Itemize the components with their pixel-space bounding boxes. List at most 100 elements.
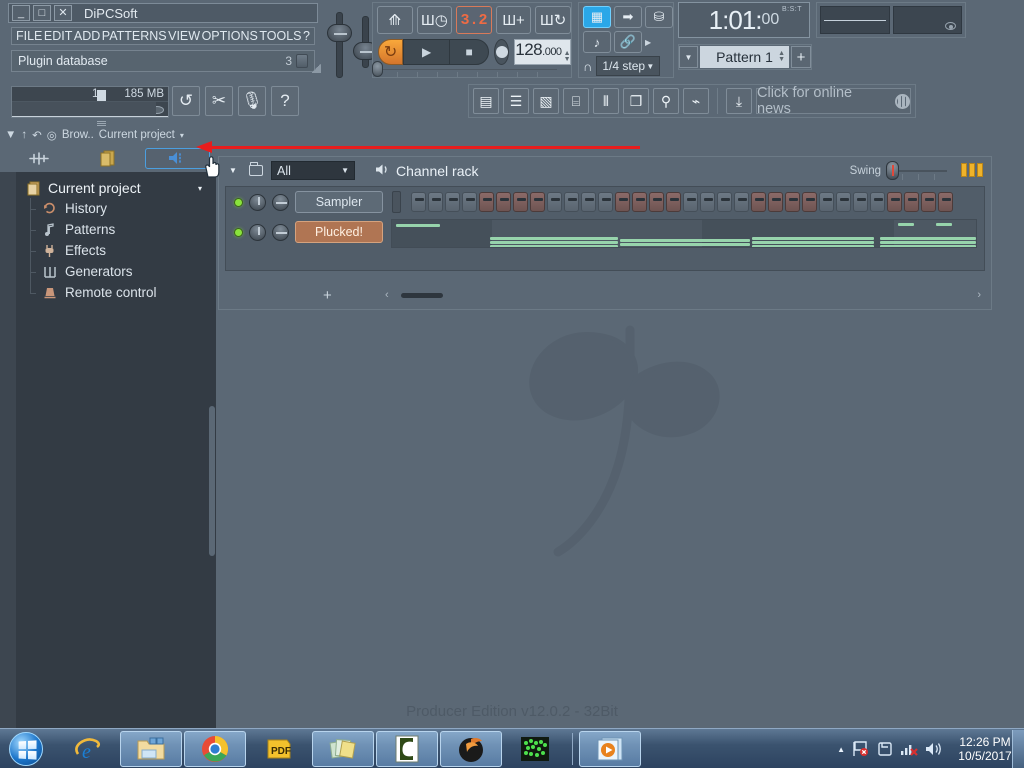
step-button[interactable]	[649, 192, 664, 212]
show-desktop-button[interactable]	[1012, 730, 1024, 768]
step-button[interactable]	[547, 192, 562, 212]
step-button[interactable]	[921, 192, 936, 212]
channel-rack-menu-button[interactable]: ▼	[225, 163, 241, 179]
project-picker-button[interactable]: ❐	[623, 88, 649, 114]
step-button[interactable]	[598, 192, 613, 212]
step-button[interactable]	[479, 192, 494, 212]
maximize-button[interactable]: □	[33, 5, 51, 21]
playlist-button[interactable]: ▤	[473, 88, 499, 114]
sidebar-item-effects[interactable]: Effects	[16, 240, 216, 261]
grid-icon[interactable]	[961, 163, 983, 177]
time-display[interactable]: 1:01 : 00 B:S:T	[678, 2, 810, 38]
wait-for-input-button[interactable]: Ш◷	[416, 6, 453, 34]
menu-item-options[interactable]: OPTIONS	[202, 29, 258, 43]
cut-tool-button[interactable]: ✂	[205, 86, 233, 116]
link-button[interactable]: 🔗	[614, 31, 642, 53]
channel-select-led[interactable]	[392, 191, 401, 213]
start-button[interactable]	[2, 730, 50, 768]
step-button[interactable]	[802, 192, 817, 212]
step-button[interactable]	[853, 192, 868, 212]
channel-pan-knob[interactable]	[272, 193, 289, 211]
loop-record-button[interactable]: Ш↻	[535, 6, 571, 34]
step-button[interactable]	[938, 192, 953, 212]
download-button[interactable]: ⤓	[726, 88, 752, 114]
step-button[interactable]	[581, 192, 596, 212]
step-button[interactable]	[870, 192, 885, 212]
taskbar-item-sticky-notes[interactable]	[312, 731, 374, 767]
taskbar-item-fl-studio[interactable]	[440, 731, 502, 767]
step-button[interactable]	[428, 192, 443, 212]
snap-select[interactable]: 1/4 step ▼	[596, 56, 661, 76]
browser-scrollbar[interactable]	[209, 406, 215, 556]
taskbar-item-google-chrome[interactable]	[184, 731, 246, 767]
multi-link-button[interactable]: ➡	[614, 6, 642, 28]
step-button[interactable]	[819, 192, 834, 212]
chevron-down-icon[interactable]: ▾	[180, 131, 184, 140]
pattern-length-display[interactable]: 3.2	[456, 6, 492, 34]
channel-name-button[interactable]: Sampler	[295, 191, 383, 213]
song-position-bar[interactable]	[372, 61, 558, 78]
taskbar-clock[interactable]: 12:26 PM 10/5/2017	[950, 735, 1020, 763]
step-button[interactable]	[751, 192, 766, 212]
browser-up-icon[interactable]: ↑	[21, 129, 27, 141]
scrollbar-thumb[interactable]	[401, 292, 443, 298]
tray-expand-icon[interactable]: ▲	[837, 745, 845, 754]
step-button[interactable]	[768, 192, 783, 212]
help-button[interactable]: ?	[271, 86, 299, 116]
step-button[interactable]	[564, 192, 579, 212]
plugin-picker-button[interactable]: ⚲	[653, 88, 679, 114]
taskbar-item-pdf-reader[interactable]: PDF	[248, 731, 310, 767]
close-button[interactable]: ✕	[54, 5, 72, 21]
browser-search-icon[interactable]: ◎	[47, 128, 57, 142]
folder-icon[interactable]	[249, 162, 263, 176]
channel-enable-led[interactable]	[234, 197, 243, 207]
tree-root-item[interactable]: Current project ▾	[16, 178, 216, 198]
piano-roll-button[interactable]: ▧	[533, 88, 559, 114]
taskbar-item-c-app[interactable]	[376, 731, 438, 767]
tempo-spinner[interactable]: ▲ ▼	[564, 50, 571, 63]
master-volume-slider-track[interactable]	[336, 12, 343, 78]
sidebar-item-patterns[interactable]: Patterns	[16, 219, 216, 240]
taskbar-item-green-dots-app[interactable]	[504, 731, 566, 767]
step-button[interactable]	[785, 192, 800, 212]
song-position-handle[interactable]	[372, 61, 383, 77]
online-news-banner[interactable]: Click for online news	[756, 85, 911, 117]
browser-button[interactable]: ⌸	[563, 88, 589, 114]
step-button[interactable]	[445, 192, 460, 212]
tempo-tap-button[interactable]: ⌁	[683, 88, 709, 114]
step-button[interactable]	[496, 192, 511, 212]
step-button[interactable]	[700, 192, 715, 212]
scroll-left-icon[interactable]: ‹	[385, 289, 389, 301]
swing-track[interactable]	[899, 169, 947, 172]
browser-undo-icon[interactable]: ↶	[32, 128, 42, 142]
menu-item-view[interactable]: VIEW	[168, 29, 200, 43]
step-button[interactable]	[836, 192, 851, 212]
step-button[interactable]	[683, 192, 698, 212]
step-button[interactable]	[887, 192, 902, 212]
note-preview-lane[interactable]	[391, 219, 977, 248]
step-button[interactable]	[904, 192, 919, 212]
menu-item-add[interactable]: ADD	[74, 29, 100, 43]
minimize-button[interactable]: _	[12, 5, 30, 21]
channel-name-button[interactable]: Plucked!	[295, 221, 383, 243]
step-button[interactable]	[615, 192, 630, 212]
step-button[interactable]	[717, 192, 732, 212]
browser-tab-files[interactable]	[75, 148, 140, 169]
swing-knob[interactable]	[886, 161, 899, 180]
step-button[interactable]	[462, 192, 477, 212]
menu-item-tools[interactable]: TOOLS	[259, 29, 301, 43]
chevron-down-icon[interactable]: ▾	[198, 184, 208, 193]
pattern-spinner[interactable]: ▲ ▼	[778, 50, 785, 63]
taskbar-item-media-player[interactable]	[579, 731, 641, 767]
browser-project-label[interactable]: Current project	[99, 129, 175, 141]
microphone-button[interactable]: 🎙	[238, 86, 266, 116]
channel-filter-select[interactable]: All ▼	[271, 161, 355, 180]
sidebar-item-history[interactable]: History	[16, 198, 216, 219]
step-button[interactable]	[734, 192, 749, 212]
panel-resize-corner[interactable]	[311, 64, 321, 73]
taskbar-item-internet-explorer[interactable]: e	[56, 731, 118, 767]
snap-expand-arrow[interactable]: ▶	[645, 38, 651, 47]
plugin-database-bar[interactable]: Plugin database 3	[11, 50, 315, 72]
step-button[interactable]	[632, 192, 647, 212]
metronome-button[interactable]: ⟰	[377, 6, 413, 34]
